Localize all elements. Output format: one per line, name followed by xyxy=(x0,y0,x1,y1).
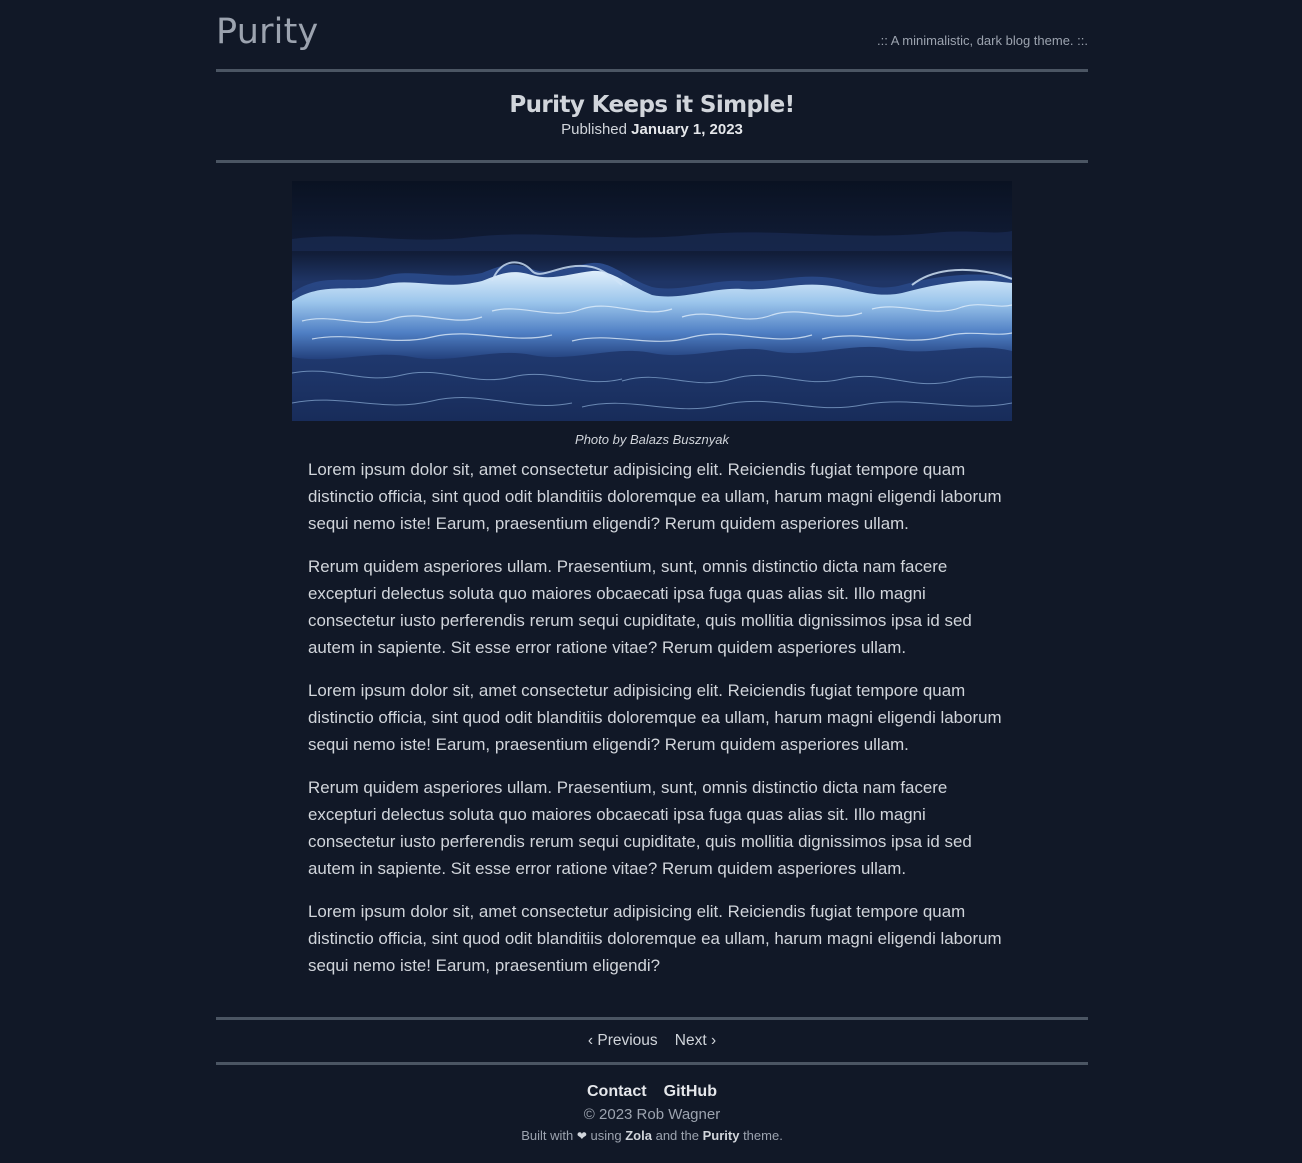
built-prefix: Built with xyxy=(521,1128,574,1143)
post-paragraph: Lorem ipsum dolor sit, amet consectetur … xyxy=(308,902,1002,975)
post-paragraph: Rerum quidem asperiores ullam. Praesenti… xyxy=(308,778,972,878)
post-paragraph: Lorem ipsum dolor sit, amet consectetur … xyxy=(308,681,1002,754)
heart-icon: ❤ xyxy=(576,1129,587,1143)
post-header: Purity Keeps it Simple! Published Januar… xyxy=(216,72,1088,163)
copyright-text: © 2023 Rob Wagner xyxy=(583,1106,721,1123)
built-using: using xyxy=(590,1128,622,1143)
published-label: Published xyxy=(561,121,627,138)
zola-link[interactable]: Zola xyxy=(625,1128,652,1143)
site-header: Purity .:: A minimalistic, dark blog the… xyxy=(216,0,1088,72)
post-paragraph: Lorem ipsum dolor sit, amet consectetur … xyxy=(308,460,1002,533)
post-pagination: ‹ Previous Next › xyxy=(216,1017,1088,1065)
post-meta: Published January 1, 2023 xyxy=(216,121,1088,139)
previous-post-link[interactable]: ‹ Previous xyxy=(588,1032,658,1050)
hero-image-ocean-waves xyxy=(292,181,1012,421)
github-link[interactable]: GitHub xyxy=(664,1083,717,1100)
built-and: and the xyxy=(655,1128,699,1143)
post-paragraph: Rerum quidem asperiores ullam. Praesenti… xyxy=(308,557,972,657)
next-post-link[interactable]: Next › xyxy=(675,1032,716,1050)
site-tagline: .:: A minimalistic, dark blog theme. ::. xyxy=(877,33,1088,48)
post-content: Lorem ipsum dolor sit, amet consectetur … xyxy=(308,456,1008,979)
site-title-link[interactable]: Purity xyxy=(216,10,318,54)
contact-link[interactable]: Contact xyxy=(587,1083,647,1100)
post-title: Purity Keeps it Simple! xyxy=(509,92,795,118)
page-wrapper: Purity .:: A minimalistic, dark blog the… xyxy=(216,0,1088,1143)
built-suffix: theme. xyxy=(743,1128,783,1143)
site-footer: Contact GitHub © 2023 Rob Wagner Built w… xyxy=(216,1081,1088,1146)
footer-links: Contact GitHub xyxy=(216,1081,1088,1103)
built-with-text: Built with ❤ using Zola and the Purity t… xyxy=(216,1126,1088,1146)
ocean-waves-illustration xyxy=(292,181,1012,421)
published-date: January 1, 2023 xyxy=(631,121,743,138)
image-caption: Photo by Balazs Busznyak xyxy=(575,432,729,447)
post-figure: Photo by Balazs Busznyak xyxy=(216,181,1088,448)
purity-theme-link[interactable]: Purity xyxy=(703,1128,740,1143)
